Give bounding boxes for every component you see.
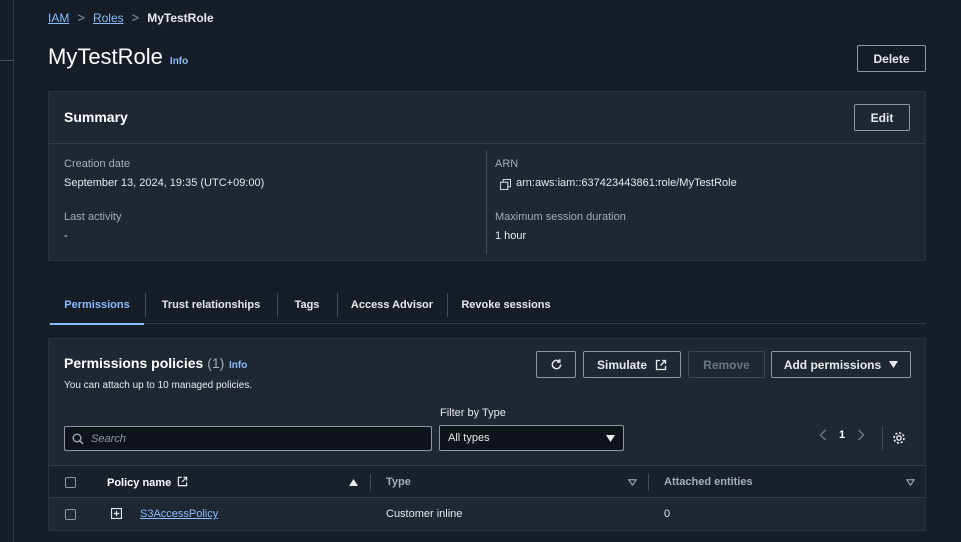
select-all-checkbox[interactable] [65, 477, 76, 488]
last-activity-label: Last activity [64, 211, 122, 223]
current-page[interactable]: 1 [839, 429, 845, 441]
tab-trust-relationships[interactable]: Trust relationships [146, 286, 276, 324]
external-link-icon [178, 476, 188, 487]
refresh-icon [551, 359, 561, 370]
chevron-right-icon: > [77, 10, 85, 25]
refresh-button[interactable] [536, 351, 576, 378]
creation-date-label: Creation date [64, 158, 131, 170]
gear-icon[interactable] [892, 431, 906, 445]
external-link-icon [655, 359, 667, 370]
add-permissions-button[interactable]: Add permissions [771, 351, 911, 378]
search-icon [72, 433, 84, 445]
table-row: S3AccessPolicy Customer inline 0 [49, 498, 925, 531]
search-box[interactable] [64, 426, 432, 451]
expand-icon[interactable] [111, 508, 122, 519]
column-attached-entities[interactable]: Attached entities [664, 476, 753, 488]
creation-date-value: September 13, 2024, 19:35 (UTC+09:00) [64, 177, 265, 189]
edit-button[interactable]: Edit [854, 104, 910, 131]
role-tabs: Permissions Trust relationships Tags Acc… [48, 286, 926, 325]
max-session-label: Maximum session duration [495, 211, 626, 223]
nav-divider [0, 60, 14, 61]
row-checkbox[interactable] [65, 509, 76, 520]
simulate-button[interactable]: Simulate [583, 351, 681, 378]
breadcrumb-roles-link[interactable]: Roles [93, 11, 124, 25]
permissions-info-link[interactable]: Info [229, 360, 247, 371]
arn-label: ARN [495, 158, 519, 170]
column-separator [370, 474, 371, 491]
search-input[interactable] [91, 432, 411, 445]
permissions-description: You can attach up to 10 managed policies… [64, 380, 253, 391]
summary-panel: Summary Edit Creation date September 13,… [48, 91, 926, 261]
policy-name[interactable]: S3AccessPolicy [140, 508, 218, 520]
chevron-right-icon: > [131, 10, 140, 25]
chevron-right-icon[interactable] [857, 429, 865, 441]
last-activity-value: - [64, 230, 68, 242]
arn-value: arn:aws:iam::637423443861:role/MyTestRol… [516, 177, 737, 189]
policy-name-link[interactable]: S3AccessPolicy [140, 508, 218, 520]
policy-attached-entities: 0 [664, 508, 671, 520]
breadcrumb-current: MyTestRole [147, 10, 214, 25]
remove-button[interactable]: Remove [688, 351, 765, 378]
simulate-label: Simulate [596, 357, 647, 372]
breadcrumb-iam-link[interactable]: IAM [48, 11, 69, 25]
breadcrumb: IAM > Roles > MyTestRole [48, 10, 214, 25]
chevron-left-icon[interactable] [819, 429, 827, 441]
sort-ascending-icon[interactable] [349, 479, 358, 486]
permissions-title-text: Permissions policies [64, 355, 204, 371]
sort-icon[interactable] [628, 479, 637, 486]
add-permissions-label: Add permissions [783, 357, 882, 372]
tab-access-advisor[interactable]: Access Advisor [338, 286, 446, 324]
summary-divider [486, 150, 487, 254]
left-nav-rail [0, 0, 14, 542]
column-type[interactable]: Type [386, 476, 411, 488]
tab-tags[interactable]: Tags [278, 286, 336, 324]
delete-button[interactable]: Delete [857, 45, 926, 72]
copy-icon[interactable] [500, 179, 511, 190]
filter-by-type-label: Filter by Type [440, 407, 506, 419]
tab-revoke-sessions[interactable]: Revoke sessions [448, 286, 564, 324]
pagination: 1 [819, 429, 865, 441]
column-policy-name-label: Policy name [107, 477, 172, 489]
permissions-count: (1) [207, 355, 225, 371]
summary-title: Summary [64, 109, 128, 125]
permissions-policies-panel: Permissions policies (1) Info You can at… [48, 338, 926, 531]
summary-header: Summary Edit [49, 92, 925, 144]
page-header: MyTestRole Info [48, 44, 188, 70]
sort-icon[interactable] [906, 479, 915, 486]
caret-down-icon [606, 434, 615, 442]
column-policy-name[interactable]: Policy name [107, 476, 188, 489]
page-title: MyTestRole [48, 44, 163, 69]
policies-table-header: Policy name Type Attached entities [49, 465, 925, 498]
max-session-value: 1 hour [495, 230, 527, 242]
filter-type-select[interactable]: All types [439, 425, 624, 451]
title-info-link[interactable]: Info [170, 56, 188, 67]
column-separator [648, 474, 649, 491]
permissions-title: Permissions policies (1) [64, 355, 224, 371]
tab-permissions[interactable]: Permissions [50, 286, 144, 325]
pager-divider [882, 426, 883, 450]
filter-type-value: All types [448, 432, 490, 444]
policy-type: Customer inline [386, 508, 463, 520]
caret-down-icon [889, 361, 899, 368]
